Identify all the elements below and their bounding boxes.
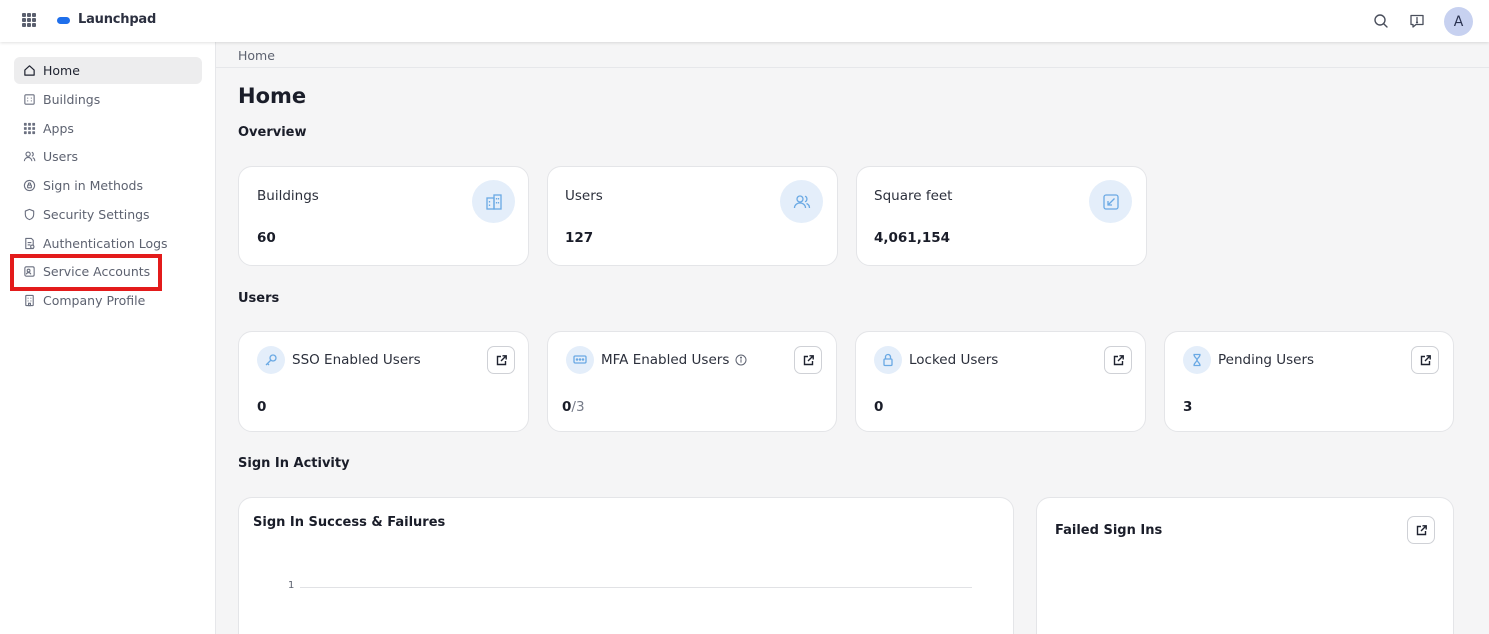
card-value: 0: [874, 399, 884, 415]
overview-heading: Overview: [238, 125, 307, 140]
app-title: Launchpad: [78, 12, 157, 27]
users-heading: Users: [238, 291, 280, 306]
card-value: 127: [565, 230, 594, 246]
overview-card-buildings: Buildings 60: [238, 166, 529, 266]
page-title: Home: [238, 84, 307, 108]
sign-in-chart-card: Sign In Success & Failures 1: [238, 497, 1014, 634]
chart-title: Sign In Success & Failures: [253, 515, 446, 530]
open-external-button[interactable]: [794, 346, 822, 374]
gridline: [300, 587, 972, 588]
open-external-button[interactable]: [487, 346, 515, 374]
info-icon[interactable]: [735, 354, 747, 366]
sign-in-methods-icon: [23, 179, 36, 192]
users-icon: [780, 180, 823, 223]
overview-card-square-feet: Square feet 4,061,154: [856, 166, 1147, 266]
hourglass-icon: [1183, 346, 1211, 374]
launchpad-logo: [57, 17, 70, 24]
sidebar: Home Buildings Apps Users Sign in Method…: [0, 42, 216, 634]
sign-in-activity-heading: Sign In Activity: [238, 456, 350, 471]
users-card-mfa: MFA Enabled Users 0/3: [547, 331, 837, 432]
mfa-icon: [566, 346, 594, 374]
avatar[interactable]: A: [1444, 7, 1473, 36]
card-label: Pending Users: [1218, 352, 1315, 368]
external-link-icon: [1416, 524, 1427, 535]
card-label: SSO Enabled Users: [292, 352, 421, 368]
failed-sign-ins-title: Failed Sign Ins: [1055, 523, 1163, 538]
users-icon: [23, 151, 36, 162]
apps-icon: [23, 122, 36, 135]
open-external-button[interactable]: [1407, 516, 1435, 544]
sidebar-item-authentication-logs[interactable]: Authentication Logs: [14, 230, 202, 257]
open-external-button[interactable]: [1411, 346, 1439, 374]
breadcrumb[interactable]: Home: [238, 48, 275, 63]
top-bar: Launchpad A: [0, 0, 1489, 42]
building-icon: [472, 180, 515, 223]
sidebar-item-label: Apps: [43, 121, 74, 136]
card-value: 4,061,154: [874, 230, 951, 246]
users-card-pending: Pending Users 3: [1164, 331, 1454, 432]
key-icon: [257, 346, 285, 374]
sidebar-item-label: Buildings: [43, 92, 101, 107]
sidebar-item-users[interactable]: Users: [14, 143, 202, 170]
sidebar-item-company-profile[interactable]: Company Profile: [14, 287, 202, 314]
feedback-icon[interactable]: [1408, 12, 1426, 30]
external-link-icon: [1420, 354, 1431, 365]
app-launcher-icon[interactable]: [22, 13, 36, 27]
card-label: Locked Users: [909, 352, 999, 368]
external-link-icon: [496, 354, 507, 365]
open-external-button[interactable]: [1104, 346, 1132, 374]
failed-sign-ins-card: Failed Sign Ins: [1036, 497, 1454, 634]
sidebar-item-label: Company Profile: [43, 293, 146, 308]
sidebar-item-apps[interactable]: Apps: [14, 115, 202, 142]
sidebar-item-label: Security Settings: [43, 207, 150, 222]
home-icon: [24, 65, 35, 76]
card-value: 0: [257, 399, 267, 415]
shield-icon: [24, 208, 35, 221]
company-icon: [25, 294, 34, 307]
y-tick-label: 1: [288, 580, 295, 591]
sidebar-item-label: Sign in Methods: [43, 178, 143, 193]
sidebar-item-label: Authentication Logs: [43, 236, 168, 251]
card-label: Square feet: [874, 188, 953, 204]
sidebar-item-home[interactable]: Home: [14, 57, 202, 84]
lock-icon: [874, 346, 902, 374]
sidebar-item-label: Home: [43, 63, 80, 78]
external-link-icon: [803, 354, 814, 365]
users-card-locked: Locked Users 0: [855, 331, 1146, 432]
users-card-sso: SSO Enabled Users 0: [238, 331, 529, 432]
breadcrumb-divider: [216, 67, 1489, 68]
sidebar-item-buildings[interactable]: Buildings: [14, 86, 202, 113]
card-value: 3: [1183, 399, 1193, 415]
card-value: 0/3: [562, 399, 585, 415]
overview-card-users: Users 127: [547, 166, 838, 266]
sidebar-item-label: Users: [43, 149, 79, 164]
log-icon: [25, 237, 35, 250]
sidebar-item-security-settings[interactable]: Security Settings: [14, 201, 202, 228]
search-icon[interactable]: [1372, 12, 1390, 30]
external-link-icon: [1113, 354, 1124, 365]
sidebar-item-sign-in-methods[interactable]: Sign in Methods: [14, 172, 202, 199]
card-value: 60: [257, 230, 276, 246]
card-label: MFA Enabled Users: [601, 352, 730, 368]
highlight-annotation: [10, 254, 162, 291]
card-label: Users: [565, 188, 603, 204]
resize-icon: [1089, 180, 1132, 223]
card-label: Buildings: [257, 188, 319, 204]
buildings-icon: [24, 94, 35, 105]
